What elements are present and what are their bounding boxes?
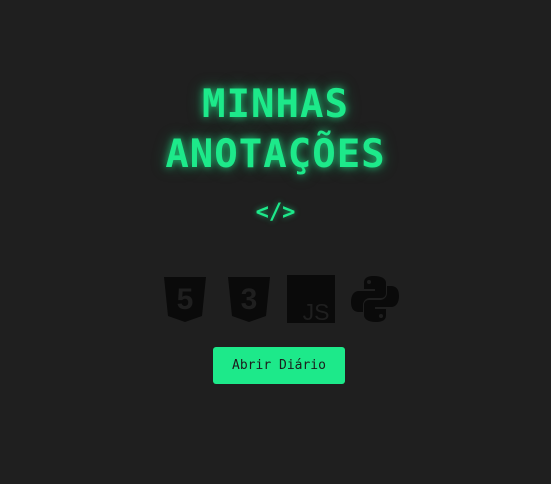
open-diary-button[interactable]: Abrir Diário [213, 347, 345, 384]
title-line-1: MINHAS [202, 82, 349, 127]
svg-text:3: 3 [241, 283, 258, 316]
title-line-2: ANOTAÇÕES [165, 132, 386, 177]
svg-text:JS: JS [303, 299, 330, 323]
page-title: MINHAS ANOTAÇÕES [0, 80, 551, 180]
javascript-icon: JS [287, 275, 335, 323]
html5-icon: 5 [161, 275, 209, 323]
code-symbol-icon: </> [255, 200, 296, 225]
python-icon [351, 275, 399, 323]
css3-icon: 3 [225, 275, 273, 323]
svg-text:5: 5 [177, 283, 194, 316]
